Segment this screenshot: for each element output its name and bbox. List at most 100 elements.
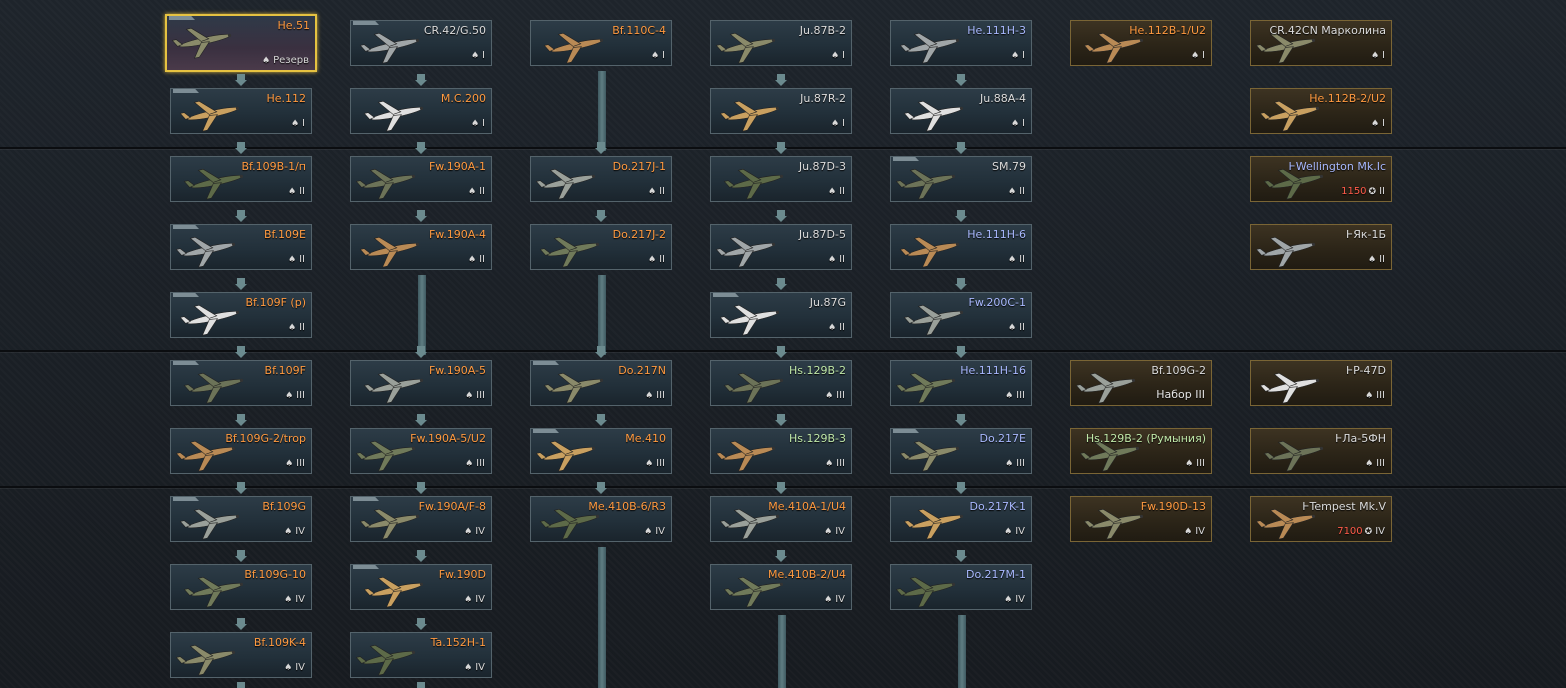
vehicle-card[interactable]: Fw.190A-4 ♠ II — [350, 224, 492, 270]
vehicle-card[interactable]: He.51 ♠ Резерв — [165, 14, 317, 72]
vehicle-card[interactable]: Hs.129B-2 ♠ III — [710, 360, 852, 406]
rank-label: IV — [835, 526, 845, 537]
vehicle-card[interactable]: Hs.129B-3 ♠ III — [710, 428, 852, 474]
vehicle-name: Fw.190D — [438, 568, 486, 581]
aircraft-icon — [903, 304, 964, 336]
vehicle-card[interactable]: Fw.190A-5/U2 ♠ III — [350, 428, 492, 474]
rank-label: IV — [295, 662, 305, 673]
vehicle-card[interactable]: ⱵWellington Mk.Ic 1150 ✪ II — [1250, 156, 1392, 202]
spade-icon: ♠ — [1365, 391, 1374, 401]
spade-icon: ♠ — [464, 527, 473, 537]
spade-icon: ♠ — [645, 391, 654, 401]
folder-tab — [169, 16, 195, 20]
vehicle-card[interactable]: Bf.109F ♠ III — [170, 360, 312, 406]
vehicle-card[interactable]: Fw.200C-1 ♠ II — [890, 292, 1032, 338]
aircraft-icon — [355, 644, 416, 676]
vehicle-card[interactable]: Bf.110C-4 ♠ I — [530, 20, 672, 66]
vehicle-card[interactable]: ⱵЛа-5ФН ♠ III — [1250, 428, 1392, 474]
aircraft-icon — [899, 236, 960, 268]
aircraft-icon — [899, 32, 960, 64]
vehicle-card[interactable]: Bf.109E ♠ II — [170, 224, 312, 270]
vehicle-rank: ♠ IV — [1184, 526, 1205, 537]
vehicle-card[interactable]: Me.410A-1/U4 ♠ IV — [710, 496, 852, 542]
vehicle-rank: ♠ II — [468, 254, 485, 265]
rank-label: II — [659, 186, 665, 197]
spade-icon: ♠ — [1010, 119, 1020, 129]
vehicle-card[interactable]: Bf.109K-4 ♠ IV — [170, 632, 312, 678]
vehicle-card[interactable]: Ju.88A-4 ♠ I — [890, 88, 1032, 134]
vehicle-card[interactable]: Do.217M-1 ♠ IV — [890, 564, 1032, 610]
vehicle-card[interactable]: Do.217J-1 ♠ II — [530, 156, 672, 202]
spade-icon: ♠ — [1008, 187, 1017, 197]
vehicle-card[interactable]: Ju.87G ♠ II — [710, 292, 852, 338]
vehicle-rank: ♠ II — [828, 186, 845, 197]
vehicle-card[interactable]: Me.410B-6/R3 ♠ IV — [530, 496, 672, 542]
vehicle-rank: ♠ II — [288, 186, 305, 197]
spade-icon: ♠ — [1368, 255, 1377, 265]
vehicle-card[interactable]: Fw.190A-1 ♠ II — [350, 156, 492, 202]
vehicle-card[interactable]: Ju.87D-3 ♠ II — [710, 156, 852, 202]
vehicle-card[interactable]: SM.79 ♠ II — [890, 156, 1032, 202]
rank-label: I — [1202, 50, 1205, 61]
vehicle-name: Me.410A-1/U4 — [768, 500, 846, 513]
tree-connector — [598, 275, 606, 355]
vehicle-card[interactable]: Do.217E ♠ III — [890, 428, 1032, 474]
spade-icon: ♠ — [825, 459, 834, 469]
rank-label: II — [299, 322, 305, 333]
vehicle-card[interactable]: Bf.109G-2 Набор III — [1070, 360, 1212, 406]
vehicle-card[interactable]: ⱵP-47D ♠ III — [1250, 360, 1392, 406]
vehicle-name: ⱵЯк-1Б — [1346, 228, 1386, 241]
vehicle-card[interactable]: Bf.109F (р) ♠ II — [170, 292, 312, 338]
rank-label: I — [1382, 118, 1385, 129]
vehicle-card[interactable]: CR.42CN Марколина ♠ I — [1250, 20, 1392, 66]
vehicle-card[interactable]: Fw.190D-13 ♠ IV — [1070, 496, 1212, 542]
vehicle-rank: 7100 ✪ IV — [1337, 526, 1385, 537]
vehicle-card[interactable]: He.111H-16 ♠ III — [890, 360, 1032, 406]
vehicle-rank: ♠ III — [1005, 458, 1025, 469]
vehicle-card[interactable]: Fw.190D ♠ IV — [350, 564, 492, 610]
vehicle-card[interactable]: Bf.109G ♠ IV — [170, 496, 312, 542]
vehicle-card[interactable]: M.C.200 ♠ I — [350, 88, 492, 134]
vehicle-card[interactable]: He.112B-2/U2 ♠ I — [1250, 88, 1392, 134]
vehicle-rank: ♠ II — [828, 254, 845, 265]
vehicle-card[interactable]: Me.410 ♠ III — [530, 428, 672, 474]
vehicle-card[interactable]: ⱵTempest Mk.V 7100 ✪ IV — [1250, 496, 1392, 542]
aircraft-icon — [179, 508, 240, 540]
rank-label: IV — [1375, 526, 1385, 537]
vehicle-card[interactable]: He.112B-1/U2 ♠ I — [1070, 20, 1212, 66]
vehicle-name: Ju.87G — [809, 296, 846, 309]
vehicle-card[interactable]: Me.410B-2/U4 ♠ IV — [710, 564, 852, 610]
vehicle-card[interactable]: He.112 ♠ I — [170, 88, 312, 134]
vehicle-card[interactable]: CR.42/G.50 ♠ I — [350, 20, 492, 66]
vehicle-card[interactable]: Hs.129B-2 (Румыния) ♠ III — [1070, 428, 1212, 474]
folder-tab — [893, 157, 919, 161]
vehicle-card[interactable]: Do.217N ♠ III — [530, 360, 672, 406]
vehicle-card[interactable]: Ta.152H-1 ♠ IV — [350, 632, 492, 678]
vehicle-rank: ♠ I — [1371, 50, 1385, 61]
rank-label: III — [1016, 458, 1025, 469]
vehicle-name: He.112 — [266, 92, 306, 105]
vehicle-card[interactable]: ⱵЯк-1Б ♠ II — [1250, 224, 1392, 270]
vehicle-name: Hs.129B-2 — [788, 364, 846, 377]
vehicle-card[interactable]: Bf.109G-10 ♠ IV — [170, 564, 312, 610]
vehicle-card[interactable]: He.111H-3 ♠ I — [890, 20, 1032, 66]
vehicle-card[interactable]: Fw.190A/F-8 ♠ IV — [350, 496, 492, 542]
vehicle-name: Do.217E — [979, 432, 1026, 445]
vehicle-card[interactable]: Bf.109G-2/trop ♠ III — [170, 428, 312, 474]
vehicle-card[interactable]: Bf.109B-1/п ♠ II — [170, 156, 312, 202]
vehicle-card[interactable]: Do.217K-1 ♠ IV — [890, 496, 1032, 542]
spade-icon: ♠ — [288, 187, 297, 197]
rank-label: IV — [295, 526, 305, 537]
vehicle-card[interactable]: Fw.190A-5 ♠ III — [350, 360, 492, 406]
rank-label: IV — [835, 594, 845, 605]
vehicle-card[interactable]: Do.217J-2 ♠ II — [530, 224, 672, 270]
vehicle-card[interactable]: Ju.87R-2 ♠ I — [710, 88, 852, 134]
vehicle-card[interactable]: He.111H-6 ♠ II — [890, 224, 1032, 270]
vehicle-card[interactable]: Ju.87D-5 ♠ II — [710, 224, 852, 270]
aircraft-icon — [1083, 508, 1144, 540]
vehicle-rank: ♠ II — [1008, 322, 1025, 333]
spade-icon: ♠ — [290, 119, 300, 129]
aircraft-icon — [715, 32, 776, 64]
aircraft-icon — [175, 236, 236, 268]
vehicle-card[interactable]: Ju.87B-2 ♠ I — [710, 20, 852, 66]
